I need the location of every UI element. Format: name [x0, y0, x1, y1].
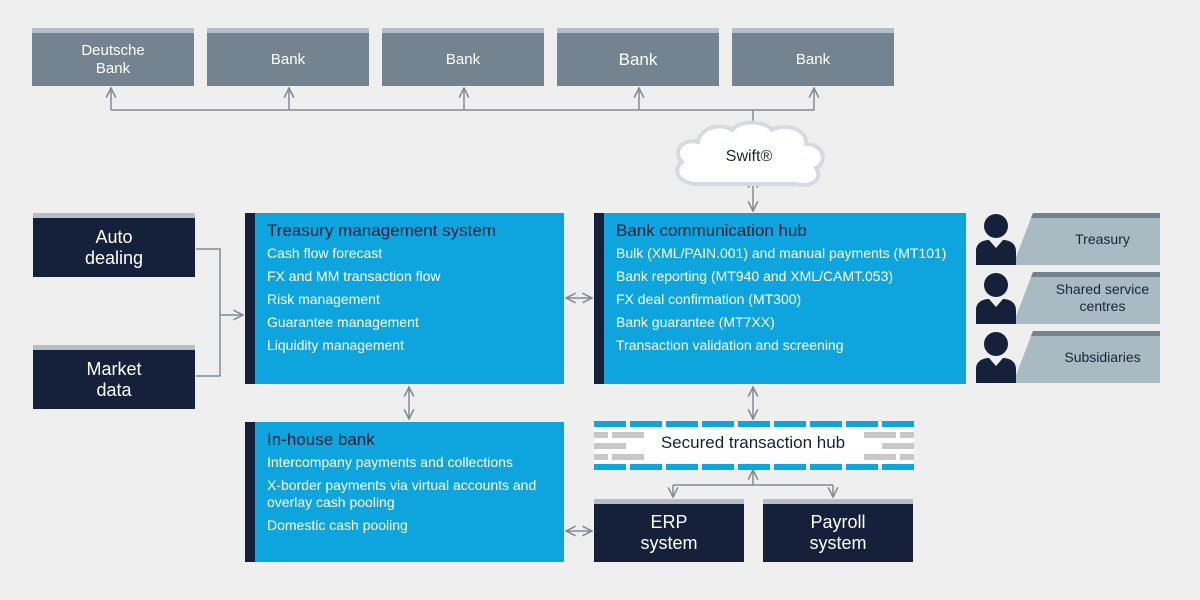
tms-item: Cash flow forecast	[267, 245, 383, 261]
bank-box[interactable]: Bank	[557, 28, 719, 86]
market-data-box[interactable]: Market data	[33, 345, 195, 409]
auto-dealing-label: Auto dealing	[84, 226, 144, 268]
secured-transaction-hub-label: Secured transaction hub	[660, 433, 846, 452]
tms-item: Risk management	[267, 291, 380, 307]
line-auto-dealing	[196, 248, 221, 377]
person-icon	[976, 214, 1016, 265]
tms-item: Liquidity management	[267, 337, 404, 353]
auto-dealing-box[interactable]: Auto dealing	[33, 213, 195, 277]
market-data-label: Market data	[86, 358, 142, 400]
bank-label: Bank	[618, 49, 658, 69]
ihb-item: Domestic cash pooling	[267, 517, 408, 533]
bank-communication-hub-box[interactable]: Bank communication hub Bulk (XML/PAIN.00…	[594, 213, 966, 384]
bch-item: Bank reporting (MT940 and XML/CAMT.053)	[616, 268, 894, 284]
in-house-bank-box[interactable]: In-house bank Intercompany payments and …	[245, 422, 564, 562]
bank-box[interactable]: Bank	[732, 28, 894, 86]
bch-item: FX deal confirmation (MT300)	[616, 291, 802, 307]
person-icon	[976, 332, 1016, 383]
bank-label: Bank	[270, 50, 306, 68]
bank-box[interactable]: Bank	[207, 28, 369, 86]
bank-box[interactable]: Bank	[382, 28, 544, 86]
user-shared-service-centres[interactable]: Shared service centres	[975, 272, 1160, 324]
erp-system-label: ERP system	[640, 512, 698, 553]
erp-system-box[interactable]: ERP system	[594, 499, 744, 562]
payroll-system-box[interactable]: Payroll system	[763, 499, 913, 562]
bch-item: Bank guarantee (MT7XX)	[616, 314, 775, 330]
bank-label: Bank	[795, 50, 831, 68]
bank-label: Deutsche Bank	[81, 41, 145, 77]
user-treasury[interactable]: Treasury	[975, 213, 1160, 265]
tms-item: Guarantee management	[267, 314, 419, 330]
bch-item: Transaction validation and screening	[616, 337, 844, 353]
bch-title: Bank communication hub	[616, 221, 807, 240]
user-label: Treasury	[1075, 230, 1130, 247]
person-icon	[976, 273, 1016, 324]
treasury-management-system-box[interactable]: Treasury management system Cash flow for…	[245, 213, 564, 384]
tms-item: FX and MM transaction flow	[267, 268, 441, 284]
swift-label: Swift®	[725, 148, 773, 165]
bank-deutsche-bank[interactable]: Deutsche Bank	[32, 28, 194, 86]
user-subsidiaries[interactable]: Subsidiaries	[975, 331, 1160, 383]
ihb-title: In-house bank	[267, 430, 375, 449]
bch-item: Bulk (XML/PAIN.001) and manual payments …	[616, 245, 947, 261]
bank-label: Bank	[445, 50, 481, 68]
ihb-item: X-border payments via virtual accounts a…	[267, 477, 537, 510]
user-label: Shared service centres	[1055, 281, 1150, 314]
user-label: Subsidiaries	[1064, 348, 1141, 365]
tms-title: Treasury management system	[267, 221, 496, 240]
payroll-system-label: Payroll system	[809, 512, 867, 553]
ihb-item: Intercompany payments and collections	[267, 454, 513, 470]
